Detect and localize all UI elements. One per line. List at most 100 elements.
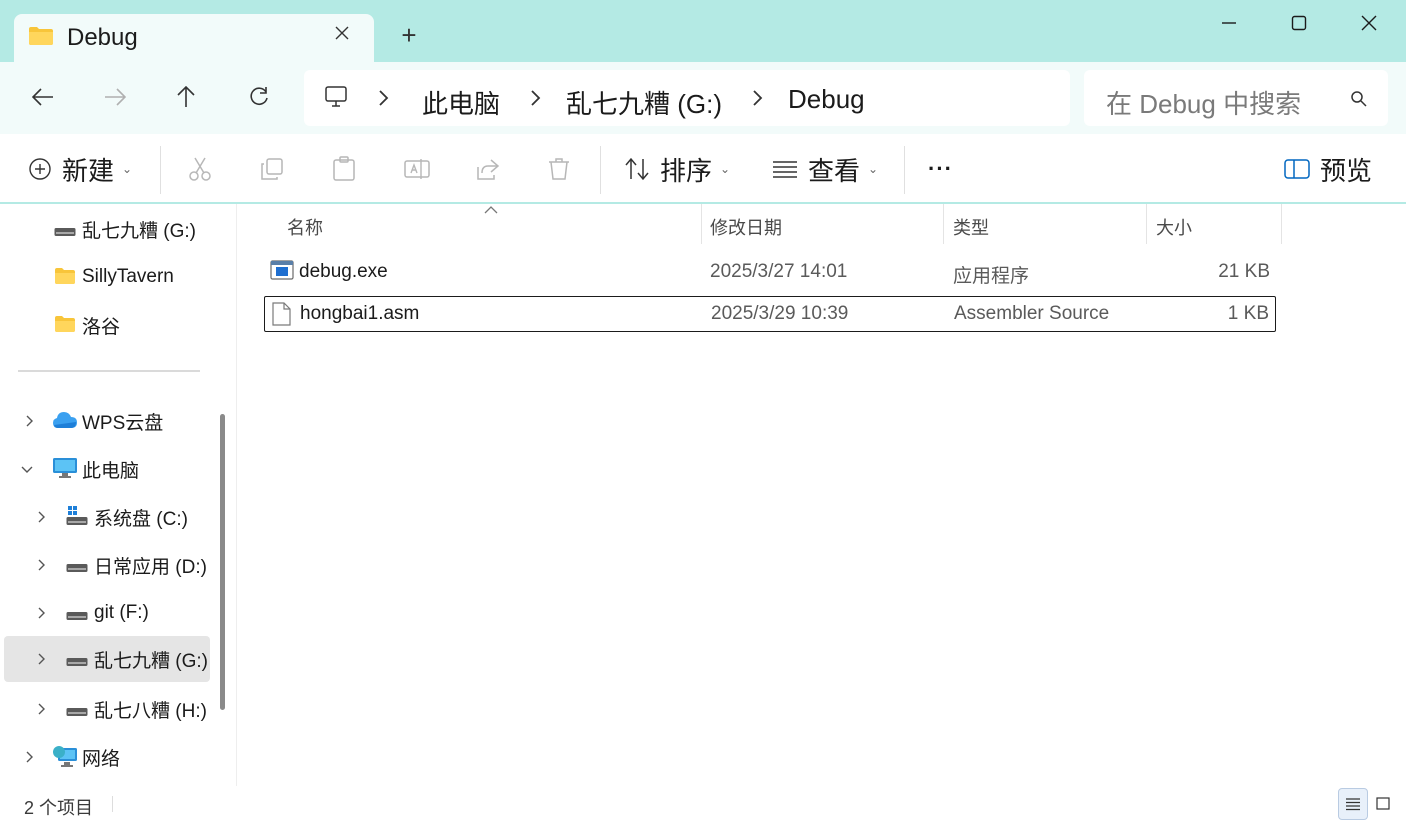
- paste-icon[interactable]: [332, 152, 356, 186]
- folder-icon: [28, 26, 54, 51]
- preview-button[interactable]: 预览: [1284, 152, 1372, 186]
- exe-file-icon: [270, 259, 294, 286]
- chevron-right-icon[interactable]: [528, 88, 542, 108]
- refresh-icon[interactable]: [244, 82, 274, 112]
- sidebar-item-drive-d[interactable]: 日常应用 (D:): [4, 542, 210, 588]
- file-row[interactable]: debug.exe 2025/3/27 14:01 应用程序 21 KB: [264, 254, 1276, 290]
- maximize-icon[interactable]: [1284, 10, 1314, 36]
- search-icon[interactable]: [1350, 90, 1368, 113]
- title-bar: Debug +: [0, 0, 1406, 62]
- file-name: hongbai1.asm: [300, 303, 420, 324]
- preview-pane-icon: [1284, 159, 1310, 179]
- column-header-size[interactable]: 大小: [1156, 214, 1192, 240]
- file-name: debug.exe: [299, 261, 388, 282]
- breadcrumb-this-pc[interactable]: 此电脑: [422, 84, 500, 121]
- new-label: 新建: [62, 155, 115, 186]
- sidebar-item-label: 系统盘 (C:): [94, 508, 188, 530]
- chevron-right-icon[interactable]: [34, 702, 48, 716]
- command-bar: 新建 ⌄ 排序 ⌄ 查看 ⌄ ··· 预览: [0, 134, 1406, 204]
- sidebar-item-drive-g-pinned[interactable]: 乱七九糟 (G:): [4, 206, 210, 252]
- drive-icon: [54, 224, 76, 242]
- sidebar-item-label: git (F:): [94, 602, 149, 623]
- file-size: 21 KB: [1218, 261, 1270, 282]
- column-divider[interactable]: [943, 204, 944, 244]
- sidebar-item-sillytavern[interactable]: SillyTavern: [4, 254, 210, 300]
- windows-drive-icon: [66, 506, 88, 531]
- chevron-right-icon[interactable]: [22, 750, 36, 764]
- divider: [600, 146, 601, 194]
- sidebar-item-drive-h[interactable]: 乱七八糟 (H:): [4, 686, 210, 732]
- back-arrow-icon[interactable]: [28, 82, 58, 112]
- new-tab-button[interactable]: +: [396, 22, 422, 48]
- chevron-right-icon[interactable]: [750, 88, 764, 108]
- tab-close-icon[interactable]: [330, 22, 354, 46]
- share-icon[interactable]: [476, 152, 500, 186]
- details-view-icon[interactable]: [1338, 788, 1368, 820]
- computer-icon: [52, 457, 78, 484]
- search-input[interactable]: 在 Debug 中搜索: [1084, 70, 1388, 126]
- tab-title: Debug: [67, 24, 138, 51]
- chevron-right-icon[interactable]: [34, 510, 48, 524]
- preview-label: 预览: [1320, 155, 1373, 186]
- chevron-down-icon[interactable]: [20, 462, 34, 476]
- chevron-right-icon[interactable]: [376, 88, 390, 108]
- folder-icon: [54, 315, 76, 338]
- file-row[interactable]: hongbai1.asm 2025/3/29 10:39 Assembler S…: [264, 296, 1276, 332]
- sort-button[interactable]: 排序 ⌄: [624, 152, 730, 186]
- close-icon[interactable]: [1354, 10, 1384, 36]
- sidebar-item-wps-cloud[interactable]: WPS云盘: [4, 398, 210, 444]
- column-header-date[interactable]: 修改日期: [710, 214, 782, 240]
- more-icon: ···: [928, 156, 953, 181]
- column-header-name[interactable]: 名称: [287, 214, 323, 240]
- minimize-icon[interactable]: [1214, 10, 1244, 36]
- chevron-down-icon: ⌄: [720, 162, 731, 176]
- chevron-right-icon[interactable]: [22, 414, 36, 428]
- tab-debug[interactable]: Debug: [14, 14, 374, 62]
- item-count: 2 个项目: [24, 798, 94, 818]
- sidebar-item-drive-f[interactable]: git (F:): [4, 590, 210, 636]
- sidebar-item-label: 洛谷: [82, 316, 121, 338]
- chevron-right-icon[interactable]: [34, 606, 48, 620]
- up-arrow-icon[interactable]: [171, 82, 201, 112]
- column-divider[interactable]: [701, 204, 702, 244]
- column-divider[interactable]: [1146, 204, 1147, 244]
- sidebar-scrollbar[interactable]: [220, 414, 225, 710]
- sidebar-item-network[interactable]: 网络: [4, 734, 210, 780]
- rename-icon[interactable]: [404, 152, 430, 186]
- column-divider[interactable]: [1281, 204, 1282, 244]
- file-date: 2025/3/29 10:39: [711, 303, 849, 324]
- sidebar-item-label: SillyTavern: [82, 266, 174, 287]
- breadcrumb-drive-g[interactable]: 乱七九糟 (G:): [566, 84, 722, 121]
- cut-icon[interactable]: [188, 152, 212, 186]
- sidebar-item-this-pc[interactable]: 此电脑: [4, 446, 210, 492]
- address-bar[interactable]: 此电脑 乱七九糟 (G:) Debug: [304, 70, 1070, 126]
- navigation-bar: 此电脑 乱七九糟 (G:) Debug 在 Debug 中搜索: [0, 62, 1406, 134]
- forward-arrow-icon[interactable]: [100, 82, 130, 112]
- sidebar-item-luogu[interactable]: 洛谷: [4, 302, 210, 348]
- search-placeholder: 在 Debug 中搜索: [1106, 89, 1302, 119]
- chevron-right-icon[interactable]: [34, 558, 48, 572]
- drive-icon: [66, 654, 88, 672]
- pane-divider[interactable]: [236, 204, 237, 786]
- delete-icon[interactable]: [548, 152, 570, 186]
- drive-icon: [66, 560, 88, 578]
- sidebar-item-label: 日常应用 (D:): [94, 556, 207, 578]
- sidebar-item-drive-c[interactable]: 系统盘 (C:): [4, 494, 210, 540]
- view-label: 查看: [808, 155, 861, 186]
- sidebar-item-drive-g[interactable]: 乱七九糟 (G:): [4, 636, 210, 682]
- breadcrumb-debug[interactable]: Debug: [788, 84, 865, 115]
- file-type: Assembler Source: [954, 303, 1110, 324]
- tiles-view-icon[interactable]: [1368, 788, 1398, 820]
- more-options-button[interactable]: ···: [928, 152, 953, 186]
- sidebar-item-label: 乱七八糟 (H:): [94, 700, 207, 722]
- sort-ascending-icon: [484, 202, 498, 214]
- computer-icon[interactable]: [324, 85, 348, 114]
- copy-icon[interactable]: [260, 152, 284, 186]
- column-header-type[interactable]: 类型: [953, 214, 989, 240]
- chevron-right-icon[interactable]: [34, 652, 48, 666]
- view-button[interactable]: 查看 ⌄: [772, 152, 878, 186]
- new-button[interactable]: 新建 ⌄: [28, 152, 132, 186]
- sort-icon: [625, 157, 649, 181]
- network-icon: [52, 745, 78, 774]
- file-size: 1 KB: [1227, 303, 1269, 324]
